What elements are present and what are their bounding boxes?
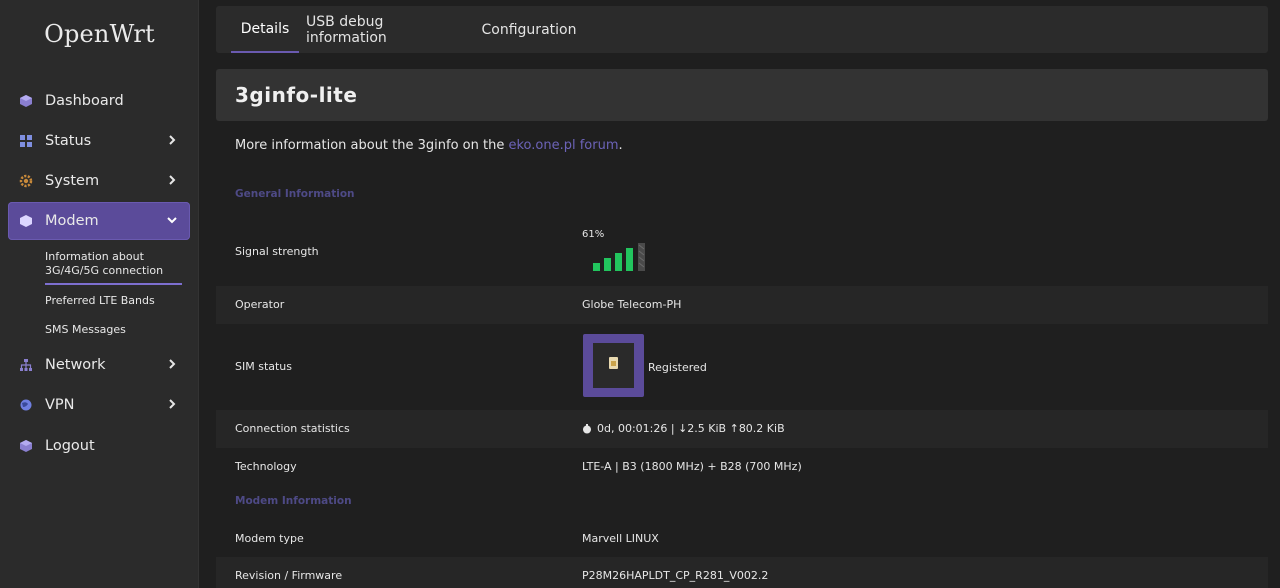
nav-logout[interactable]: Logout	[8, 427, 190, 465]
nav-network-label: Network	[45, 357, 106, 373]
nav-dashboard-label: Dashboard	[45, 93, 124, 109]
desc-suffix: .	[618, 138, 623, 153]
sub-item-sms[interactable]: SMS Messages	[45, 323, 182, 337]
desc-text: More information about the 3ginfo on the	[235, 138, 509, 153]
nav-dashboard[interactable]: Dashboard	[8, 82, 190, 120]
gear-icon	[19, 174, 33, 188]
forum-link[interactable]: eko.one.pl forum	[508, 138, 618, 153]
clock-icon	[583, 423, 591, 433]
modem-type-value: Marvell LINUX	[582, 532, 659, 545]
conn-value: 0d, 00:01:26 | ↓2.5 KiB ↑80.2 KiB	[597, 422, 785, 435]
section-general-heading: General Information	[235, 188, 355, 200]
nav-vpn-label: VPN	[45, 397, 75, 413]
nav-vpn[interactable]: VPN	[8, 386, 190, 424]
firmware-value: P28M26HAPLDT_CP_R281_V002.2	[582, 569, 769, 582]
conn-label: Connection statistics	[235, 422, 350, 435]
row-signal-strength: Signal strength 61%	[216, 215, 1268, 285]
sim-label: SIM status	[235, 360, 293, 373]
firmware-label: Revision / Firmware	[235, 569, 343, 582]
row-firmware: Revision / Firmware P28M26HAPLDT_CP_R281…	[216, 557, 1268, 588]
tab-details[interactable]: Details	[231, 6, 299, 53]
nav-system-label: System	[45, 173, 100, 189]
sub-item-lte-bands[interactable]: Preferred LTE Bands	[45, 294, 182, 308]
nav-status[interactable]: Status	[8, 122, 190, 160]
nav-modem[interactable]: Modem	[8, 202, 190, 240]
operator-label: Operator	[235, 298, 285, 311]
tab-bar: Details USB debug information Configurat…	[216, 6, 1268, 53]
signal-label: Signal strength	[235, 245, 319, 258]
signal-value: 61%	[582, 229, 605, 240]
tech-label: Technology	[235, 460, 297, 473]
modem-icon	[19, 214, 33, 228]
conn-value-wrap: 0d, 00:01:26 | ↓2.5 KiB ↑80.2 KiB	[582, 422, 785, 435]
chevron-right-icon	[169, 359, 176, 369]
logout-icon	[19, 439, 33, 453]
sim-card-icon	[583, 334, 644, 397]
chevron-right-icon	[169, 399, 176, 409]
nav-status-label: Status	[45, 133, 92, 149]
signal-bars-icon	[593, 243, 645, 271]
tab-configuration[interactable]: Configuration	[478, 6, 580, 53]
chevron-right-icon	[169, 135, 176, 145]
tab-usb-debug[interactable]: USB debug information	[306, 6, 466, 53]
page-description: More information about the 3ginfo on the…	[235, 138, 623, 153]
page-title: 3ginfo-lite	[216, 69, 1268, 121]
row-sim-status: SIM status Registered	[216, 325, 1268, 409]
sidebar: OpenWrt Dashboard Status System Modem In…	[0, 0, 199, 588]
row-connection-stats: Connection statistics 0d, 00:01:26 | ↓2.…	[216, 410, 1268, 448]
modem-type-label: Modem type	[235, 532, 304, 545]
network-icon	[19, 358, 33, 372]
nav-system[interactable]: System	[8, 162, 190, 200]
nav-modem-label: Modem	[45, 213, 99, 229]
nav-logout-label: Logout	[45, 438, 95, 454]
row-operator: Operator Globe Telecom-PH	[216, 286, 1268, 324]
sub-item-connection-info[interactable]: Information about 3G/4G/5G connection	[45, 250, 182, 285]
brand-logo[interactable]: OpenWrt	[0, 20, 199, 48]
sim-value: Registered	[648, 361, 707, 374]
status-icon	[19, 134, 33, 148]
tech-value: LTE-A | B3 (1800 MHz) + B28 (700 MHz)	[582, 460, 802, 473]
vpn-icon	[19, 398, 33, 412]
nav-network[interactable]: Network	[8, 346, 190, 384]
row-technology: Technology LTE-A | B3 (1800 MHz) + B28 (…	[216, 449, 1268, 485]
chevron-down-icon	[167, 217, 177, 224]
section-modem-heading: Modem Information	[235, 495, 352, 507]
chevron-right-icon	[169, 175, 176, 185]
dashboard-icon	[19, 94, 33, 108]
operator-value: Globe Telecom-PH	[582, 298, 682, 311]
row-modem-type: Modem type Marvell LINUX	[216, 520, 1268, 556]
